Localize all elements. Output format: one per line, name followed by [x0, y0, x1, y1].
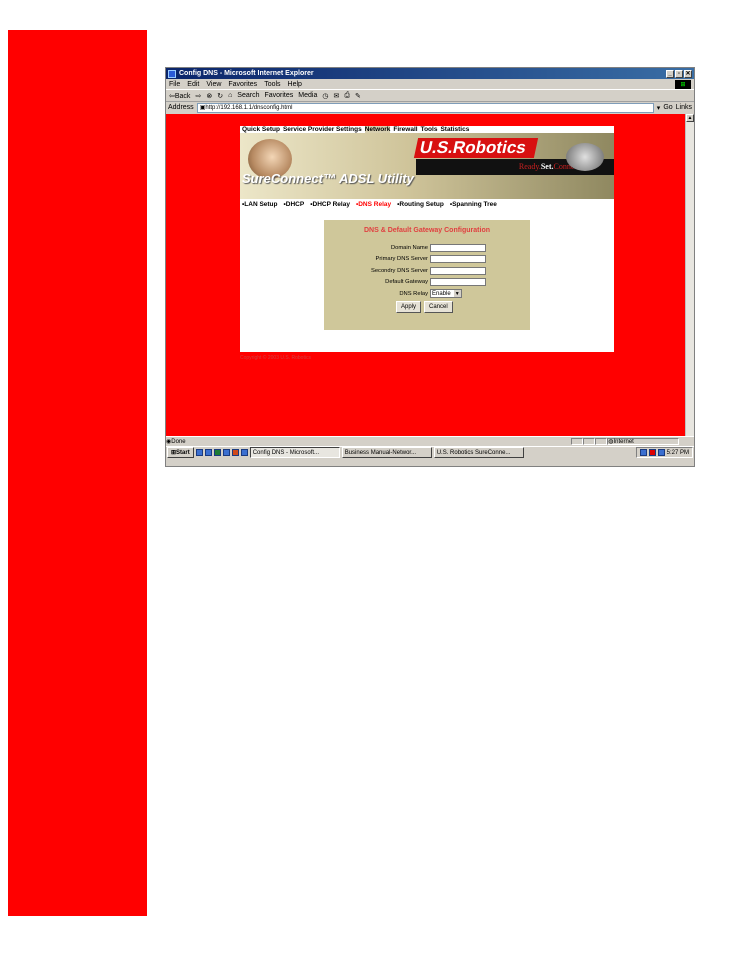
subnav-dns-relay[interactable]: •DNS Relay — [356, 201, 391, 208]
cancel-button[interactable]: Cancel — [424, 301, 453, 313]
tagline-set: Set. — [540, 162, 554, 171]
go-button[interactable]: Go — [663, 104, 672, 111]
panel-title: DNS & Default Gateway Configuration — [363, 227, 490, 234]
quick-launch-ie-icon[interactable] — [204, 449, 212, 456]
menu-edit[interactable]: Edit — [187, 81, 199, 88]
back-button[interactable]: ⇦Back — [169, 92, 190, 100]
scroll-up-icon[interactable]: ▲ — [686, 114, 694, 122]
menu-bar: File Edit View Favorites Tools Help ⊞ — [166, 79, 694, 90]
sub-navigation: •LAN Setup •DHCP •DHCP Relay •DNS Relay … — [240, 199, 614, 209]
refresh-icon[interactable]: ↻ — [217, 92, 223, 100]
home-icon[interactable]: ⌂ — [228, 92, 232, 99]
menu-favorites[interactable]: Favorites — [228, 81, 257, 88]
dns-relay-select[interactable]: Enable ▼ — [430, 289, 462, 299]
nav-tools[interactable]: Tools — [421, 126, 438, 133]
quick-launch-powerpoint-icon[interactable] — [231, 449, 239, 456]
search-button[interactable]: Search — [237, 92, 259, 99]
router-page: Quick Setup Service Provider Settings Ne… — [240, 126, 614, 352]
toolbar: ⇦Back ⇨ ⊗ ↻ ⌂ Search Favorites Media ◷ ✉… — [166, 90, 694, 102]
zone-indicator: ◍ Internet — [607, 438, 680, 445]
forward-icon[interactable]: ⇨ — [195, 92, 201, 100]
tray-norton-icon[interactable] — [648, 449, 656, 456]
secondary-dns-input[interactable] — [430, 266, 486, 275]
subnav-spanning-tree[interactable]: •Spanning Tree — [450, 201, 497, 208]
links-button[interactable]: Links — [676, 104, 692, 111]
browser-window: Config DNS - Microsoft Internet Explorer… — [165, 67, 695, 467]
top-navigation: Quick Setup Service Provider Settings Ne… — [240, 126, 614, 133]
default-gateway-label: Default Gateway — [385, 279, 428, 286]
menu-tools[interactable]: Tools — [264, 81, 280, 88]
apply-button[interactable]: Apply — [396, 301, 422, 313]
tagline-ready: Ready. — [518, 162, 541, 171]
media-button[interactable]: Media — [298, 92, 317, 99]
domain-name-input[interactable] — [430, 243, 486, 252]
quick-launch-media-icon[interactable] — [240, 449, 248, 456]
clock: 5:27 PM — [666, 449, 689, 456]
modem-image — [566, 143, 604, 171]
system-tray: 5:27 PM — [635, 447, 693, 458]
product-title: SureConnect™ ADSL Utility — [242, 171, 414, 186]
start-button[interactable]: ⊞ Start — [167, 447, 194, 458]
status-text: Done — [171, 438, 186, 445]
task-usr-sureconnect[interactable]: U.S. Robotics SureConne... — [433, 447, 524, 458]
windows-logo-icon: ⊞ — [675, 79, 691, 89]
nav-statistics[interactable]: Statistics — [440, 126, 469, 133]
start-label: Start — [176, 449, 190, 456]
address-dropdown-icon[interactable]: ▾ — [657, 104, 661, 112]
dns-form: Domain Name Primary DNS Server Secondry … — [324, 242, 530, 300]
menu-help[interactable]: Help — [288, 81, 302, 88]
status-bar: ◉ Done ◍ Internet — [166, 436, 694, 446]
taskbar: ⊞ Start Config DNS - Microsoft... Busine… — [166, 446, 694, 458]
nav-network[interactable]: Network — [364, 126, 391, 133]
menu-file[interactable]: File — [169, 81, 180, 88]
page-viewport: Quick Setup Service Provider Settings Ne… — [166, 114, 686, 436]
tray-network-icon[interactable] — [639, 449, 647, 456]
maximize-button[interactable]: ▫ — [675, 69, 683, 78]
task-business-manual[interactable]: Business Manual-Networ... — [341, 447, 432, 458]
minimize-button[interactable]: _ — [666, 69, 674, 78]
title-bar: Config DNS - Microsoft Internet Explorer… — [166, 68, 694, 79]
print-icon[interactable]: ⎙ — [344, 92, 350, 100]
red-sidebar-bar — [8, 30, 147, 916]
quick-launch-excel-icon[interactable] — [213, 449, 221, 456]
favorites-button[interactable]: Favorites — [264, 92, 293, 99]
task-config-dns[interactable]: Config DNS - Microsoft... — [249, 447, 340, 458]
tray-volume-icon[interactable] — [657, 449, 665, 456]
primary-dns-input[interactable] — [430, 255, 486, 264]
subnav-dhcp[interactable]: •DHCP — [284, 201, 305, 208]
window-title: Config DNS - Microsoft Internet Explorer — [179, 70, 314, 77]
vertical-scrollbar[interactable]: ▲ — [685, 114, 694, 436]
dns-relay-value: Enable — [432, 290, 451, 297]
menu-view[interactable]: View — [206, 81, 221, 88]
address-label: Address — [168, 104, 194, 111]
close-button[interactable]: ✕ — [684, 69, 692, 78]
quick-launch-desktop-icon[interactable] — [195, 449, 203, 456]
primary-dns-label: Primary DNS Server — [375, 256, 428, 263]
address-input[interactable]: ▣ http://192.168.1.1/dnsconfig.html — [196, 102, 654, 113]
quick-launch-word-icon[interactable] — [222, 449, 230, 456]
dns-relay-label: DNS Relay — [399, 290, 428, 297]
stop-icon[interactable]: ⊗ — [206, 92, 212, 100]
history-icon[interactable]: ◷ — [322, 92, 328, 100]
mail-icon[interactable]: ✉ — [333, 92, 339, 100]
dns-config-panel: DNS & Default Gateway Configuration Doma… — [324, 220, 530, 330]
address-url: http://192.168.1.1/dnsconfig.html — [205, 104, 293, 111]
subnav-dhcp-relay[interactable]: •DHCP Relay — [310, 201, 350, 208]
nav-firewall[interactable]: Firewall — [393, 126, 417, 133]
ie-app-icon — [168, 69, 176, 78]
default-gateway-input[interactable] — [430, 278, 486, 287]
nav-service-provider[interactable]: Service Provider Settings — [283, 126, 362, 133]
brand-logo: U.S.Robotics — [413, 138, 538, 158]
subnav-lan-setup[interactable]: •LAN Setup — [242, 201, 278, 208]
nav-quick-setup[interactable]: Quick Setup — [242, 126, 280, 133]
address-bar: Address ▣ http://192.168.1.1/dnsconfig.h… — [166, 102, 694, 113]
subnav-routing-setup[interactable]: •Routing Setup — [397, 201, 444, 208]
copyright-text: Copyright © 2003 U.S. Robotics — [240, 355, 311, 361]
secondary-dns-label: Secondry DNS Server — [370, 267, 428, 274]
edit-icon[interactable]: ✎ — [355, 92, 361, 100]
chevron-down-icon: ▼ — [453, 290, 461, 298]
domain-name-label: Domain Name — [390, 244, 428, 251]
zone-text: Internet — [613, 438, 634, 445]
header-banner: U.S.Robotics Ready.Set.Connect.™ SureCon… — [240, 133, 614, 199]
